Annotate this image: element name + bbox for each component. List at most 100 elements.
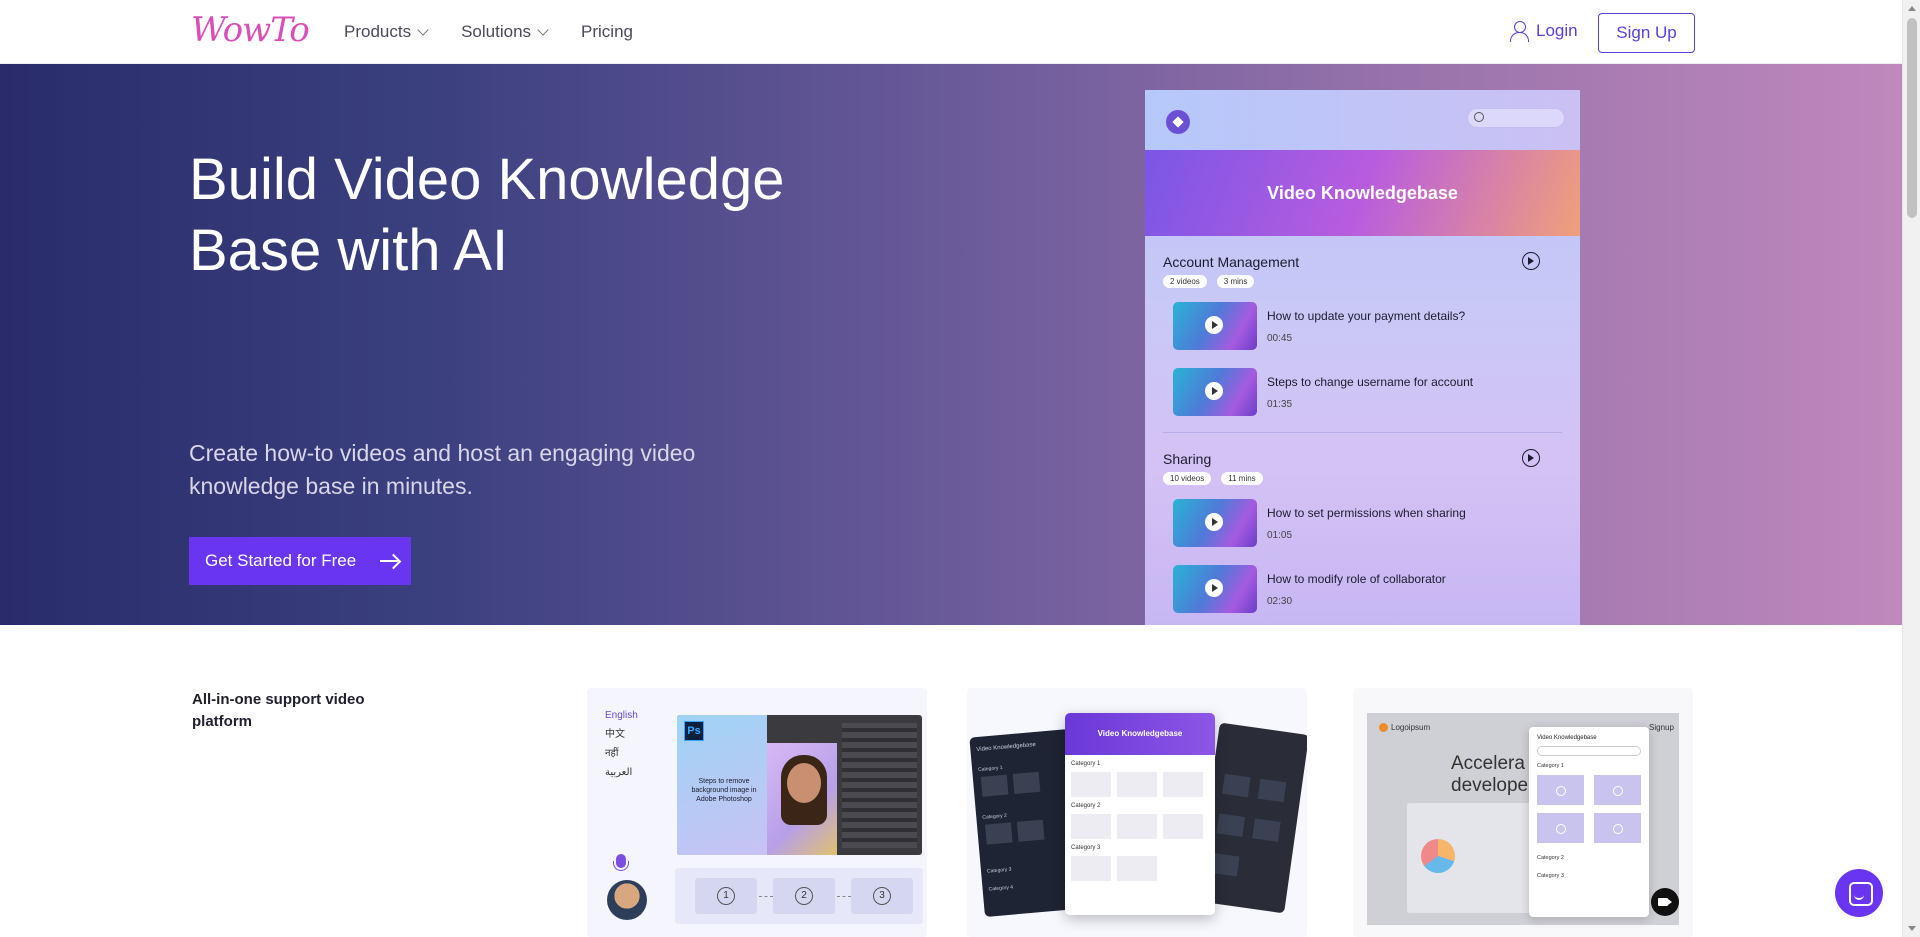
dark-panel-category: Category 3 [986, 866, 1012, 875]
login-label: Login [1536, 21, 1578, 40]
step-tile: 3 [851, 878, 913, 914]
feature-card-knowledgebase[interactable]: Video Knowledgebase Category 1 Category … [967, 688, 1307, 937]
hero-section: Build Video Knowledge Base with AI Creat… [0, 64, 1902, 625]
language-option: 中文 [605, 729, 625, 740]
dark-thumb [1222, 773, 1251, 798]
mockup-section: Account Management 2 videos 3 mins How t… [1145, 236, 1580, 420]
kb-tile-row [1071, 856, 1215, 881]
signup-button[interactable]: Sign Up [1598, 13, 1695, 53]
hero-subtitle-line1: Create how-to videos and host an engagin… [189, 440, 696, 466]
kb-tile [1117, 856, 1157, 881]
kb-tile [1071, 772, 1111, 797]
dark-thumb [1016, 819, 1045, 842]
platform-label-line1: All-in-one support video [192, 691, 365, 708]
mockup-chips: 2 videos 3 mins [1163, 275, 1560, 288]
feature-card-translation[interactable]: English 中文 नहीं العربية Ps Steps to remo… [587, 688, 927, 937]
hero-subtitle-line2: knowledge base in minutes. [189, 473, 473, 499]
main-nav: Products Solutions Pricing [344, 22, 633, 42]
step-tile: 2 [773, 878, 835, 914]
nav-solutions-label: Solutions [461, 22, 532, 41]
dark-thumb [980, 774, 1009, 797]
arrow-right-icon [380, 554, 400, 568]
nav-products[interactable]: Products [344, 22, 429, 42]
nav-solutions[interactable]: Solutions [461, 22, 549, 42]
kb-category-label: Category 2 [1071, 803, 1101, 809]
mockup-chips: 10 videos 11 mins [1163, 472, 1560, 485]
preview-signup-link: Signup [1649, 723, 1674, 732]
video-thumbnail [1173, 368, 1257, 416]
step-tile: 1 [695, 878, 757, 914]
mockup-section: Sharing 10 videos 11 mins How to set per… [1145, 433, 1580, 617]
dark-thumb [984, 822, 1013, 845]
dark-thumb [1210, 853, 1240, 877]
preview-headline: Accelera developer [1451, 753, 1534, 797]
mockup-video-item: Steps to change username for account 01:… [1173, 364, 1560, 420]
videos-chip: 10 videos [1163, 472, 1212, 485]
time-chip: 11 mins [1221, 472, 1263, 485]
scroll-up-icon[interactable] [1908, 6, 1916, 11]
widget-search [1537, 746, 1641, 756]
platform-label-line2: platform [192, 713, 252, 730]
scrollbar-thumb[interactable] [1907, 18, 1917, 218]
language-option: नहीं [605, 748, 619, 759]
dark-panel-title: Video Knowledgebase [976, 741, 1037, 754]
kb-tile [1071, 814, 1111, 839]
video-thumbnail [1173, 565, 1257, 613]
photoshop-icon: Ps [684, 721, 704, 741]
brand-logo[interactable]: WowTo [191, 10, 310, 50]
step-number: 3 [873, 887, 891, 905]
chevron-down-icon [417, 24, 429, 36]
step-number: 1 [717, 887, 735, 905]
preview-pie-graphic [1421, 839, 1455, 873]
nav-pricing[interactable]: Pricing [581, 22, 633, 42]
feature-card-widget[interactable]: Logoipsum Signup Accelera developer Vide… [1353, 688, 1693, 937]
page-scrollbar[interactable] [1902, 0, 1920, 937]
mockup-logo-icon [1166, 110, 1190, 134]
videos-chip: 2 videos [1163, 275, 1207, 288]
widget-tile [1537, 775, 1584, 805]
nav-pricing-label: Pricing [581, 22, 633, 41]
chevron-down-icon [537, 24, 549, 36]
chat-icon[interactable] [1835, 869, 1883, 917]
camera-icon [1651, 888, 1679, 916]
hero-title-line2: Base with AI [189, 218, 509, 283]
kb-tile [1117, 772, 1157, 797]
time-chip: 3 mins [1216, 275, 1255, 288]
mic-icon [613, 854, 629, 871]
video-duration: 01:35 [1267, 398, 1293, 410]
kb-preview-panel: Video Knowledgebase Category 1 Category … [1065, 713, 1215, 915]
video-title: How to set permissions when sharing [1267, 505, 1466, 520]
play-icon [1522, 449, 1540, 467]
step-connector [759, 896, 773, 897]
video-title: Steps to change username for account [1267, 374, 1474, 389]
video-duration: 02:30 [1267, 595, 1293, 607]
steps-strip: 1 2 3 [675, 868, 923, 924]
dark-thumb [1252, 818, 1281, 842]
scroll-down-icon[interactable] [1908, 926, 1916, 931]
step-number: 2 [795, 887, 813, 905]
preview-headline-line2: developer [1451, 775, 1535, 796]
knowledgebase-mockup: Video Knowledgebase Account Management 2… [1145, 90, 1580, 625]
widget-tile [1537, 813, 1584, 843]
widget-tile [1594, 775, 1641, 805]
preview-headline-line1: Accelera [1451, 753, 1525, 774]
widget-category: Category 1 [1537, 763, 1564, 769]
get-started-button[interactable]: Get Started for Free [189, 537, 411, 585]
kb-tile-row [1071, 772, 1215, 797]
video-duration: 01:05 [1267, 529, 1293, 541]
video-thumbnail [1173, 499, 1257, 547]
kb-tile [1163, 814, 1203, 839]
video-duration: 00:45 [1267, 332, 1293, 344]
tutorial-caption: Steps to remove background image in Adob… [691, 778, 757, 803]
widget-category: Category 2 [1537, 855, 1564, 861]
video-title: How to modify role of collaborator [1267, 571, 1446, 586]
language-list: English 中文 नहीं العربية [605, 706, 638, 782]
photoshop-toolpanel [842, 723, 917, 848]
dark-panel-category: Category 1 [977, 764, 1003, 774]
get-started-label: Get Started for Free [205, 551, 357, 570]
widget-title: Video Knowledgebase [1537, 735, 1597, 741]
mockup-search [1467, 108, 1565, 128]
login-link[interactable]: Login [1510, 21, 1578, 42]
dark-thumb [1257, 778, 1287, 803]
hero-subtitle: Create how-to videos and host an engagin… [189, 437, 749, 503]
